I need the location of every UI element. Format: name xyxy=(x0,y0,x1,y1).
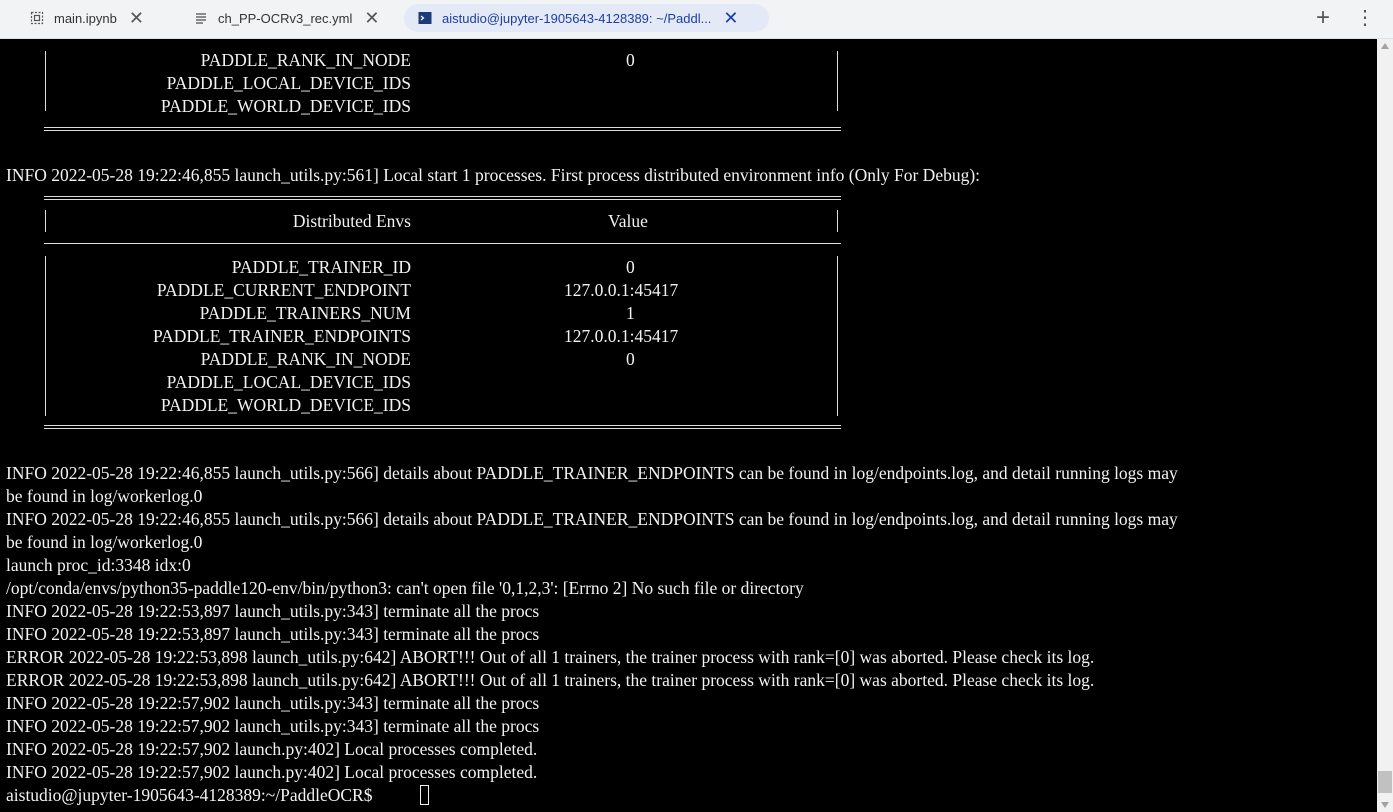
table-border xyxy=(45,51,46,111)
terminal-icon xyxy=(418,11,432,25)
log-line: INFO 2022-05-28 19:22:53,897 launch_util… xyxy=(6,601,540,621)
table-border xyxy=(45,210,46,232)
tab-bar: main.ipynb ✕ ch_PP-OCRv3_rec.yml ✕ aistu… xyxy=(0,0,1393,39)
table-border xyxy=(837,256,838,416)
env-value: 127.0.0.1:45417 xyxy=(564,280,679,300)
env-key: PADDLE_LOCAL_DEVICE_IDS xyxy=(166,73,411,93)
close-icon[interactable]: ✕ xyxy=(364,9,379,27)
log-line: INFO 2022-05-28 19:22:57,902 launch_util… xyxy=(6,716,540,736)
log-line: INFO 2022-05-28 19:22:46,855 launch_util… xyxy=(6,165,981,185)
env-value: 0 xyxy=(626,257,635,277)
tab-terminal[interactable]: aistudio@jupyter-1905643-4128389: ~/Padd… xyxy=(404,4,769,32)
log-line: be found in log/workerlog.0 xyxy=(6,532,203,552)
tab-label: main.ipynb xyxy=(54,10,117,26)
notebook-icon xyxy=(30,11,44,25)
tab-label: aistudio@jupyter-1905643-4128389: ~/Padd… xyxy=(442,10,712,26)
log-line: be found in log/workerlog.0 xyxy=(6,486,203,506)
env-key: PADDLE_TRAINER_ID xyxy=(231,257,411,277)
shell-prompt: aistudio@jupyter-1905643-4128389:~/Paddl… xyxy=(6,785,373,805)
env-key: PADDLE_WORLD_DEVICE_IDS xyxy=(160,395,411,415)
env-key: PADDLE_RANK_IN_NODE xyxy=(200,349,411,369)
log-line: INFO 2022-05-28 19:22:46,855 launch_util… xyxy=(6,463,1178,483)
table-header-value: Value xyxy=(608,211,648,231)
close-icon[interactable]: ✕ xyxy=(129,9,144,27)
log-line: ERROR 2022-05-28 19:22:53,898 launch_uti… xyxy=(6,670,1095,690)
table-border xyxy=(44,127,841,131)
log-line: INFO 2022-05-28 19:22:46,855 launch_util… xyxy=(6,509,1178,529)
log-line: INFO 2022-05-28 19:22:57,902 launch.py:4… xyxy=(6,739,538,759)
table-border xyxy=(44,196,841,200)
terminal-output[interactable]: PADDLE_RANK_IN_NODE 0 PADDLE_LOCAL_DEVIC… xyxy=(0,39,1377,812)
tab-label: ch_PP-OCRv3_rec.yml xyxy=(218,10,353,26)
log-line: INFO 2022-05-28 19:22:53,897 launch_util… xyxy=(6,624,540,644)
text-cursor xyxy=(420,785,429,805)
table-border xyxy=(837,210,838,232)
env-key: PADDLE_LOCAL_DEVICE_IDS xyxy=(166,372,411,392)
env-key: PADDLE_RANK_IN_NODE xyxy=(200,50,411,70)
table-border xyxy=(44,425,841,429)
table-border xyxy=(44,243,841,244)
env-value: 0 xyxy=(626,349,635,369)
table-header-key: Distributed Envs xyxy=(292,211,411,231)
tab-main-ipynb[interactable]: main.ipynb ✕ xyxy=(30,4,144,32)
log-line: launch proc_id:3348 idx:0 xyxy=(6,555,191,575)
env-key: PADDLE_WORLD_DEVICE_IDS xyxy=(160,96,411,116)
scroll-down-icon[interactable] xyxy=(1381,802,1389,808)
add-tab-icon[interactable]: + xyxy=(1313,6,1333,30)
scroll-thumb[interactable] xyxy=(1378,771,1392,793)
scroll-up-icon[interactable] xyxy=(1381,43,1389,49)
env-key: PADDLE_TRAINERS_NUM xyxy=(199,303,411,323)
log-line: INFO 2022-05-28 19:22:57,902 launch.py:4… xyxy=(6,762,538,782)
env-value: 1 xyxy=(626,303,635,323)
env-key: PADDLE_TRAINER_ENDPOINTS xyxy=(153,326,411,346)
terminal-scrollbar[interactable] xyxy=(1377,39,1393,812)
table-border xyxy=(837,51,838,111)
env-value: 127.0.0.1:45417 xyxy=(564,326,679,346)
table-border xyxy=(45,256,46,416)
close-icon[interactable]: ✕ xyxy=(723,9,738,27)
env-value: 0 xyxy=(626,50,635,70)
file-text-icon xyxy=(194,11,208,25)
log-line: INFO 2022-05-28 19:22:57,902 launch_util… xyxy=(6,693,540,713)
log-line: ERROR 2022-05-28 19:22:53,898 launch_uti… xyxy=(6,647,1095,667)
env-key: PADDLE_CURRENT_ENDPOINT xyxy=(156,280,411,300)
log-line: /opt/conda/envs/python35-paddle120-env/b… xyxy=(6,578,804,598)
more-menu-icon[interactable]: ⋮ xyxy=(1355,7,1375,29)
tab-ch-pp-ocrv3-rec-yml[interactable]: ch_PP-OCRv3_rec.yml ✕ xyxy=(194,4,379,32)
